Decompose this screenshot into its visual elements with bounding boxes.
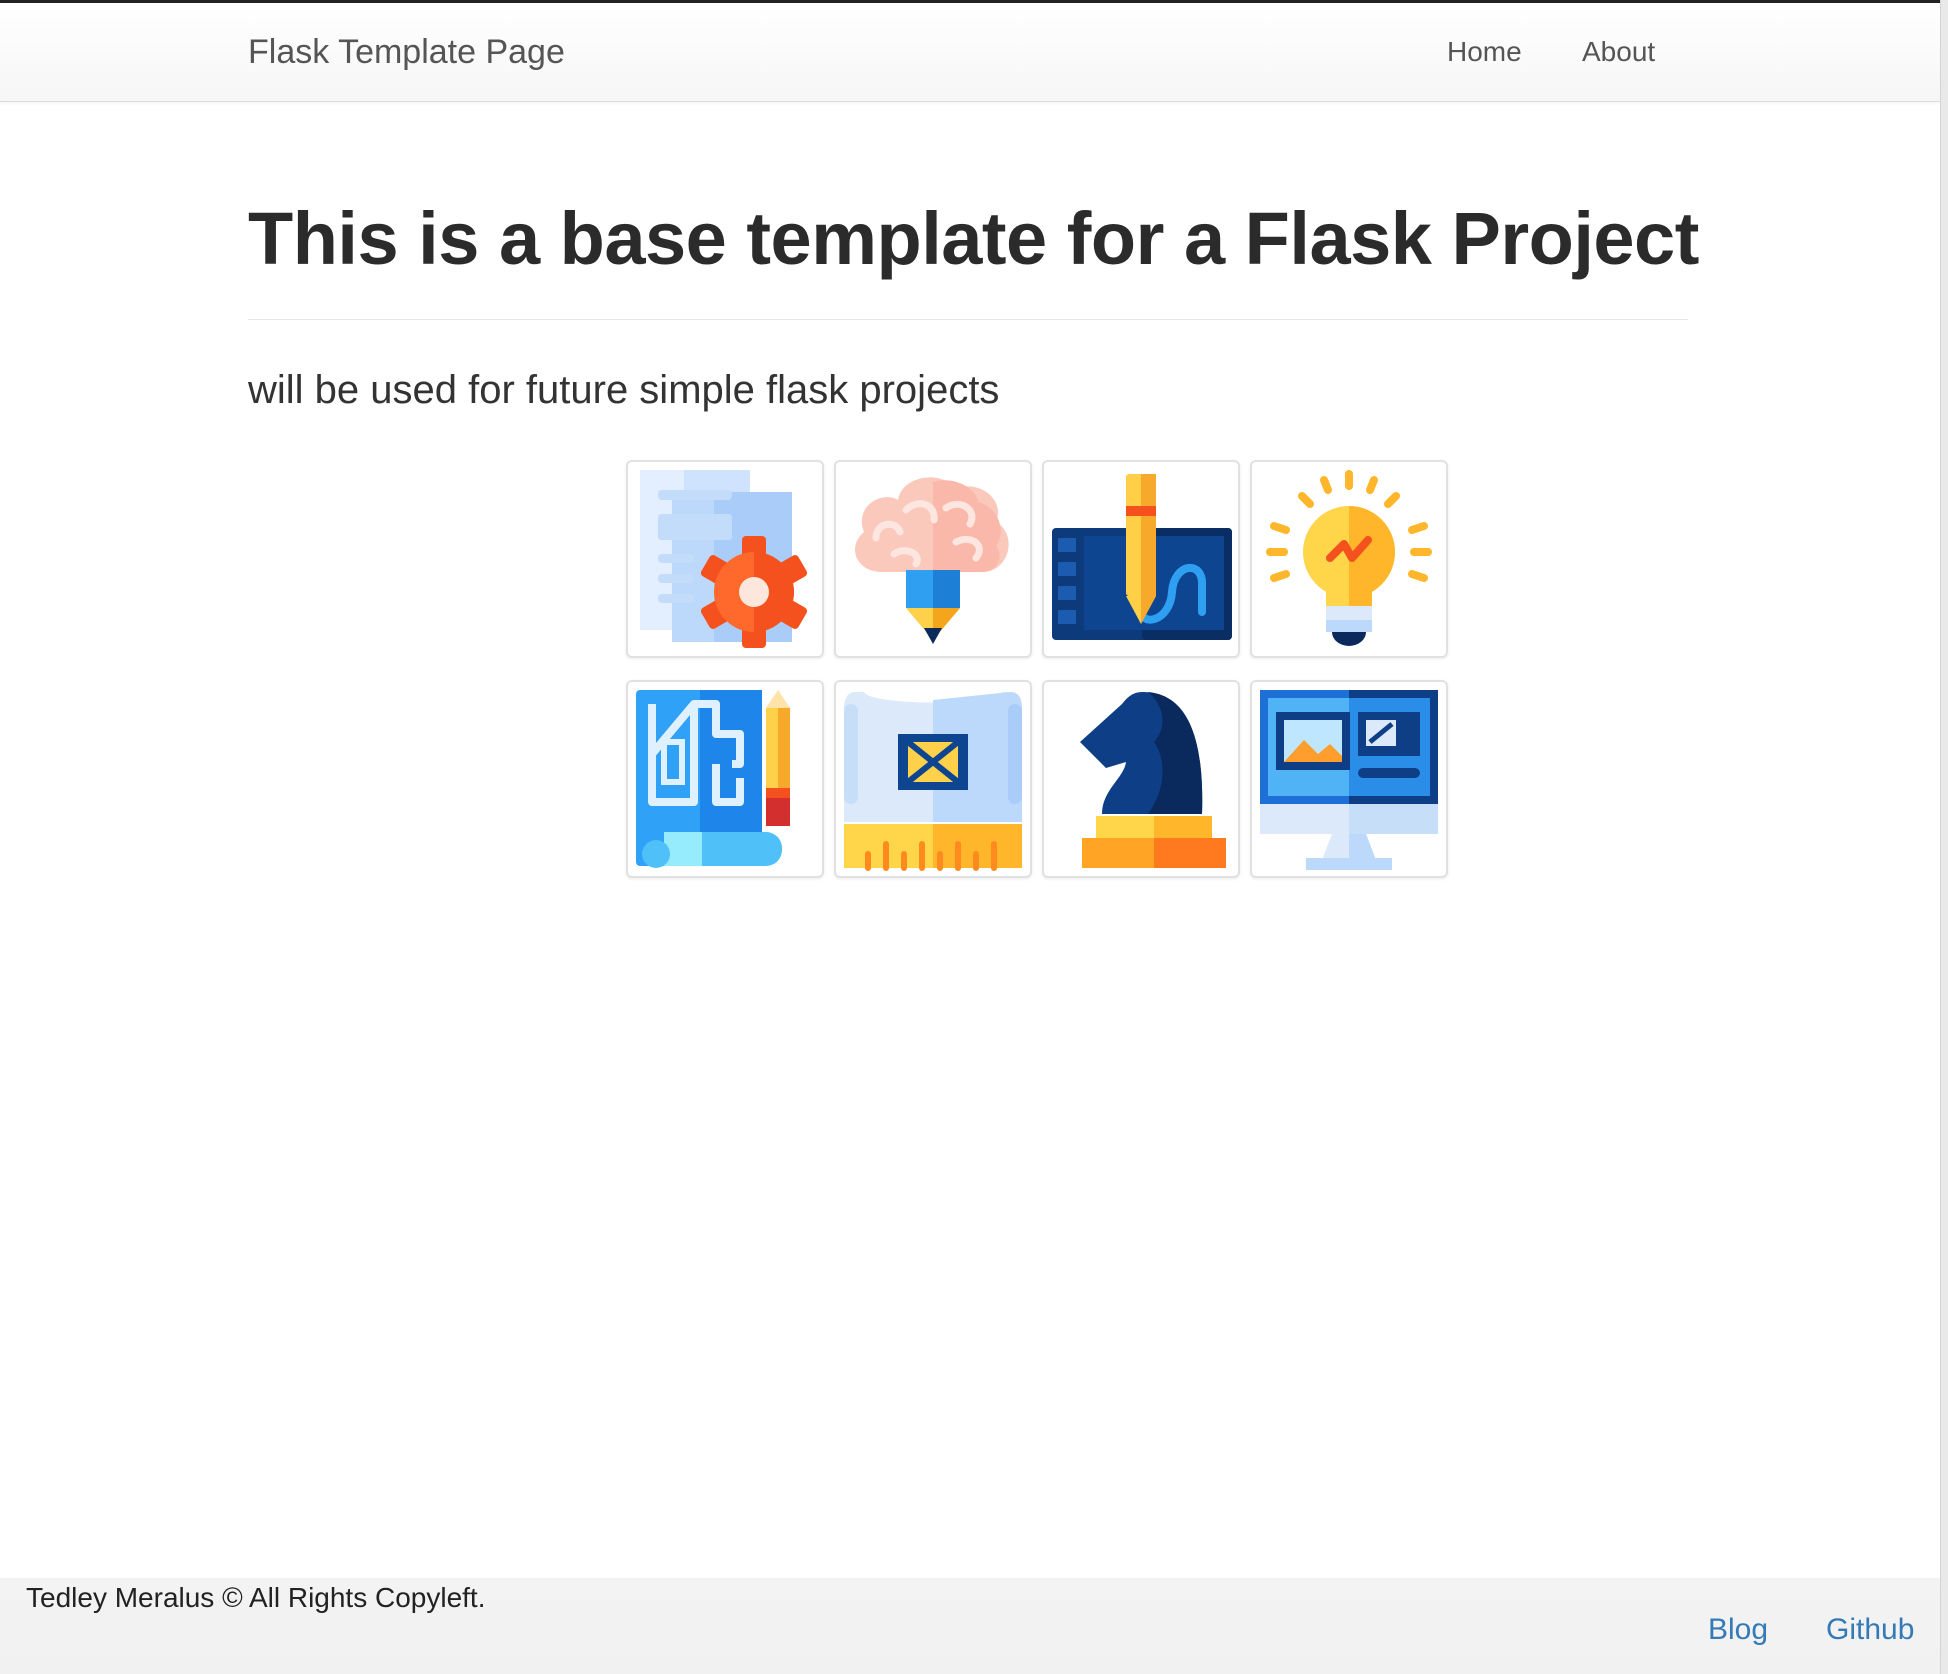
page-subtitle: will be used for future simple flask pro… bbox=[248, 368, 1000, 412]
gallery-tile[interactable] bbox=[1250, 460, 1448, 658]
window-edge bbox=[1940, 0, 1948, 1674]
gallery-tile[interactable] bbox=[626, 680, 824, 878]
drawing-tablet-icon bbox=[1052, 474, 1232, 640]
gallery-tile[interactable] bbox=[834, 460, 1032, 658]
gallery-tile[interactable] bbox=[626, 460, 824, 658]
document-gear-icon bbox=[640, 470, 808, 648]
footer: Tedley Meralus © All Rights Copyleft. Bl… bbox=[0, 1578, 1940, 1674]
page: Flask Template Page Home About This is a… bbox=[0, 0, 1940, 1674]
page-title: This is a base template for a Flask Proj… bbox=[248, 197, 1699, 280]
blueprint-ruler-icon bbox=[844, 692, 1022, 871]
gallery-tile[interactable] bbox=[1042, 680, 1240, 878]
footer-link-github[interactable]: Github bbox=[1826, 1613, 1914, 1647]
nav-link-about[interactable]: About bbox=[1582, 36, 1655, 68]
navbar-brand[interactable]: Flask Template Page bbox=[248, 33, 565, 72]
gallery-tile[interactable] bbox=[1250, 680, 1448, 878]
monitor-design-icon bbox=[1260, 690, 1438, 870]
navbar: Flask Template Page Home About bbox=[0, 0, 1940, 102]
chess-knight-icon bbox=[1080, 692, 1226, 868]
nav-link-home[interactable]: Home bbox=[1447, 36, 1522, 68]
brain-pencil-icon bbox=[855, 477, 1009, 644]
title-divider bbox=[248, 319, 1688, 320]
footer-copyright: Tedley Meralus © All Rights Copyleft. bbox=[26, 1582, 486, 1613]
icon-gallery bbox=[626, 460, 1456, 880]
gallery-tile[interactable] bbox=[1042, 460, 1240, 658]
gallery-tile[interactable] bbox=[834, 680, 1032, 878]
blueprint-pencil-icon bbox=[636, 690, 790, 868]
footer-link-blog[interactable]: Blog bbox=[1708, 1613, 1768, 1647]
lightbulb-icon bbox=[1266, 470, 1432, 646]
